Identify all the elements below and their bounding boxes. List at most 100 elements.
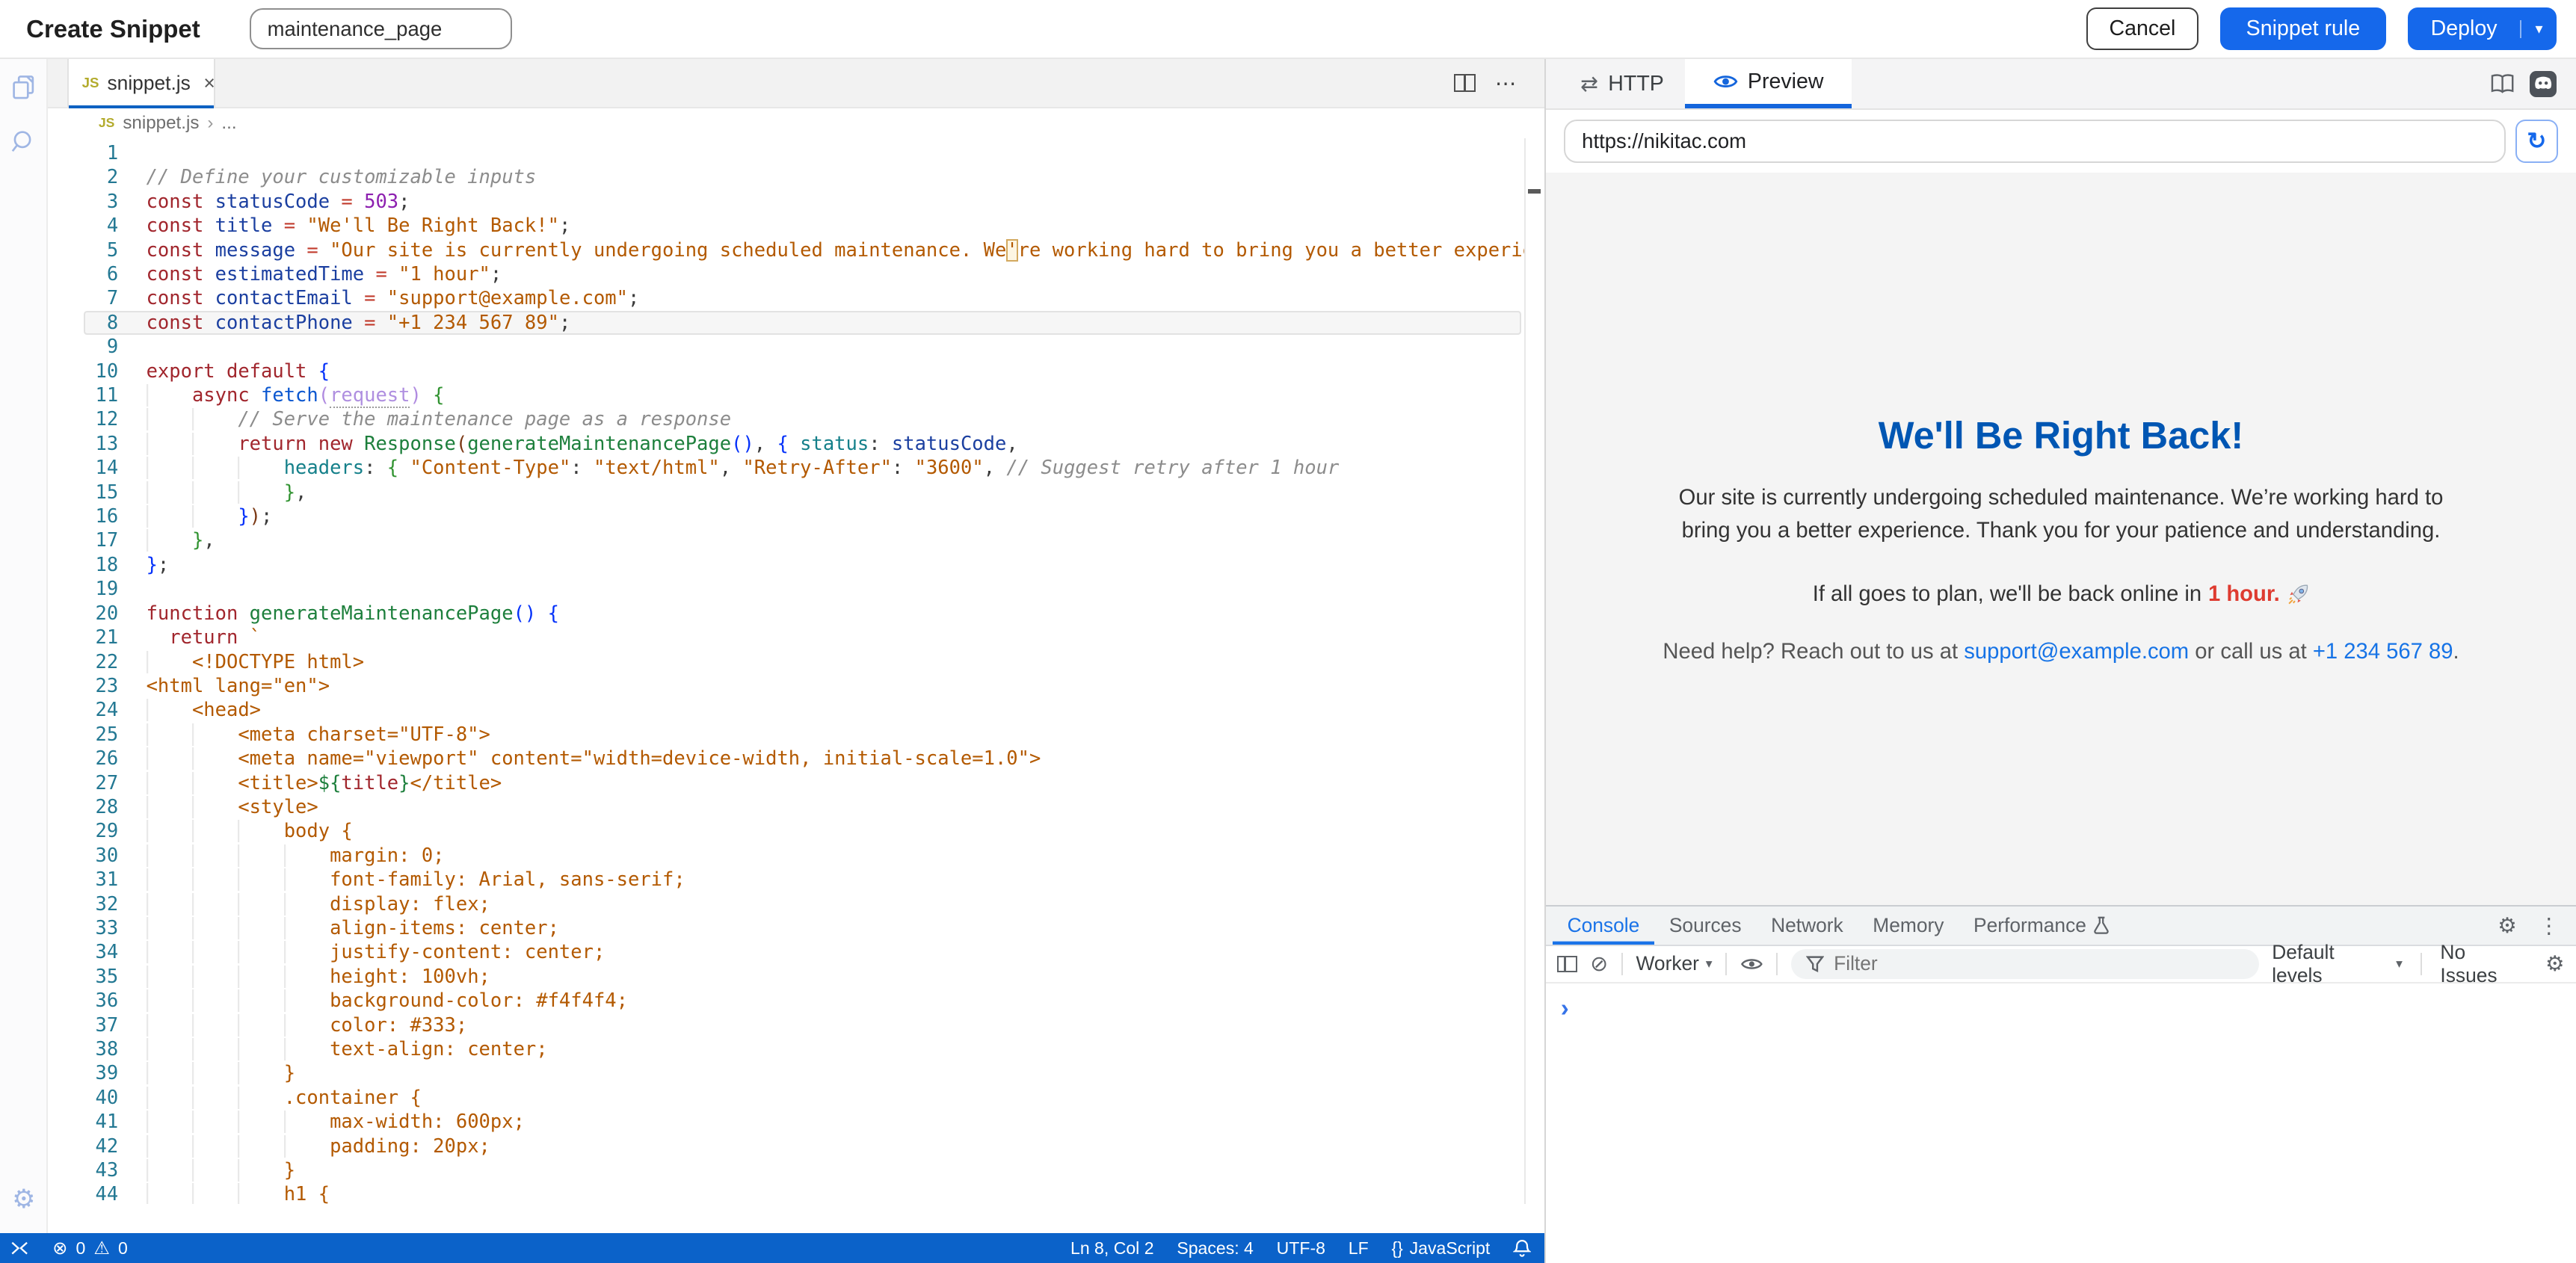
- code-line[interactable]: 12 // Serve the maintenance page as a re…: [48, 407, 1544, 431]
- more-actions-icon[interactable]: ⋯: [1495, 70, 1518, 96]
- line-number[interactable]: 20: [48, 602, 119, 626]
- code-line[interactable]: 5const message = "Our site is currently …: [48, 238, 1544, 262]
- console-sidebar-toggle-icon[interactable]: [1557, 956, 1577, 972]
- code-line[interactable]: 32 display: flex;: [48, 892, 1544, 916]
- code-line[interactable]: 22 <!DOCTYPE html>: [48, 650, 1544, 674]
- line-number[interactable]: 2: [48, 165, 119, 189]
- devtools-menu-kebab-icon[interactable]: ⋮: [2538, 912, 2560, 939]
- line-number[interactable]: 44: [48, 1182, 119, 1203]
- line-number[interactable]: 8: [48, 311, 119, 335]
- code-line[interactable]: 36 background-color: #f4f4f4;: [48, 989, 1544, 1013]
- line-number[interactable]: 35: [48, 965, 119, 989]
- line-number[interactable]: 17: [48, 528, 119, 552]
- console-output[interactable]: ›: [1546, 983, 2576, 1033]
- devtools-tab-sources[interactable]: Sources: [1654, 907, 1756, 945]
- code-line[interactable]: 14 headers: { "Content-Type": "text/html…: [48, 456, 1544, 480]
- explorer-icon[interactable]: [0, 59, 48, 115]
- line-number[interactable]: 31: [48, 868, 119, 892]
- code-line[interactable]: 3const statusCode = 503;: [48, 190, 1544, 214]
- snippet-name-input[interactable]: [250, 8, 513, 49]
- code-line[interactable]: 13 return new Response(generateMaintenan…: [48, 432, 1544, 456]
- deploy-button[interactable]: Deploy ▾: [2408, 7, 2557, 50]
- cancel-button[interactable]: Cancel: [2086, 7, 2198, 50]
- notifications-bell-icon[interactable]: [1513, 1238, 1531, 1258]
- code-line[interactable]: 18};: [48, 553, 1544, 577]
- line-number[interactable]: 42: [48, 1134, 119, 1158]
- code-line[interactable]: 41 max-width: 600px;: [48, 1110, 1544, 1134]
- code-line[interactable]: 1: [48, 141, 1544, 165]
- code-line[interactable]: 34 justify-content: center;: [48, 940, 1544, 964]
- code-line[interactable]: 30 margin: 0;: [48, 844, 1544, 868]
- line-number[interactable]: 22: [48, 650, 119, 674]
- line-number[interactable]: 10: [48, 359, 119, 383]
- code-line[interactable]: 10export default {: [48, 359, 1544, 383]
- console-prompt-icon[interactable]: ›: [1561, 994, 1569, 1022]
- code-line[interactable]: 42 padding: 20px;: [48, 1134, 1544, 1158]
- line-number[interactable]: 16: [48, 504, 119, 528]
- line-number[interactable]: 1: [48, 141, 119, 165]
- code-line[interactable]: 4const title = "We'll Be Right Back!";: [48, 214, 1544, 238]
- filter-input[interactable]: [1834, 952, 2244, 975]
- deploy-caret-icon[interactable]: ▾: [2520, 20, 2556, 38]
- line-number[interactable]: 36: [48, 989, 119, 1013]
- line-number[interactable]: 13: [48, 432, 119, 456]
- devtools-settings-gear-icon[interactable]: ⚙: [2498, 912, 2517, 939]
- code-line[interactable]: 16 });: [48, 504, 1544, 528]
- language-mode[interactable]: {} JavaScript: [1391, 1238, 1490, 1259]
- clear-console-icon[interactable]: ⊘: [1590, 951, 1608, 977]
- discord-icon[interactable]: [2530, 71, 2556, 97]
- line-number[interactable]: 12: [48, 407, 119, 431]
- phone-link[interactable]: +1 234 567 89: [2313, 640, 2453, 664]
- code-line[interactable]: 17 },: [48, 528, 1544, 552]
- line-number[interactable]: 6: [48, 262, 119, 286]
- line-number[interactable]: 4: [48, 214, 119, 238]
- code-line[interactable]: 9: [48, 335, 1544, 359]
- code-area[interactable]: 12// Define your customizable inputs3con…: [48, 138, 1544, 1204]
- line-number[interactable]: 40: [48, 1086, 119, 1110]
- split-editor-icon[interactable]: [1454, 74, 1476, 92]
- problems-indicator[interactable]: ⊗ 0 ⚠ 0: [52, 1238, 128, 1259]
- deploy-label[interactable]: Deploy: [2408, 16, 2520, 41]
- line-number[interactable]: 32: [48, 892, 119, 916]
- log-levels-selector[interactable]: Default levels ▾: [2272, 941, 2403, 987]
- line-number[interactable]: 21: [48, 626, 119, 649]
- tab-http[interactable]: ⇄ HTTP: [1559, 59, 1686, 108]
- code-line[interactable]: 7const contactEmail = "support@example.c…: [48, 286, 1544, 310]
- line-number[interactable]: 5: [48, 238, 119, 262]
- code-line[interactable]: 35 height: 100vh;: [48, 965, 1544, 989]
- code-line[interactable]: 29 body {: [48, 819, 1544, 843]
- support-email-link[interactable]: support@example.com: [1964, 640, 2189, 664]
- code-line[interactable]: 31 font-family: Arial, sans-serif;: [48, 868, 1544, 892]
- code-line[interactable]: 6const estimatedTime = "1 hour";: [48, 262, 1544, 286]
- line-number[interactable]: 39: [48, 1061, 119, 1085]
- line-number[interactable]: 37: [48, 1013, 119, 1037]
- devtools-tab-network[interactable]: Network: [1756, 907, 1858, 945]
- code-line[interactable]: 28 <style>: [48, 795, 1544, 819]
- line-number[interactable]: 18: [48, 553, 119, 577]
- eol-sequence[interactable]: LF: [1349, 1238, 1369, 1259]
- line-number[interactable]: 27: [48, 771, 119, 795]
- line-number[interactable]: 9: [48, 335, 119, 359]
- tab-preview[interactable]: Preview: [1685, 59, 1851, 108]
- code-line[interactable]: 40 .container {: [48, 1086, 1544, 1110]
- code-line[interactable]: 39 }: [48, 1061, 1544, 1085]
- line-number[interactable]: 38: [48, 1037, 119, 1061]
- line-number[interactable]: 23: [48, 674, 119, 698]
- line-number[interactable]: 29: [48, 819, 119, 843]
- console-settings-gear-icon[interactable]: ⚙: [2545, 951, 2565, 977]
- line-number[interactable]: 30: [48, 844, 119, 868]
- line-number[interactable]: 11: [48, 383, 119, 407]
- code-line[interactable]: 19: [48, 577, 1544, 601]
- tab-snippet-js[interactable]: JS snippet.js ×: [67, 59, 215, 107]
- console-context-selector[interactable]: Worker ▾: [1636, 952, 1713, 975]
- code-line[interactable]: 38 text-align: center;: [48, 1037, 1544, 1061]
- code-line[interactable]: 21 return `: [48, 626, 1544, 649]
- cursor-position[interactable]: Ln 8, Col 2: [1070, 1238, 1154, 1259]
- devtools-tab-memory[interactable]: Memory: [1858, 907, 1959, 945]
- console-filter[interactable]: [1791, 949, 2259, 979]
- refresh-button[interactable]: ↻: [2515, 120, 2558, 162]
- line-number[interactable]: 43: [48, 1158, 119, 1182]
- line-number[interactable]: 14: [48, 456, 119, 480]
- line-number[interactable]: 3: [48, 190, 119, 214]
- line-number[interactable]: 28: [48, 795, 119, 819]
